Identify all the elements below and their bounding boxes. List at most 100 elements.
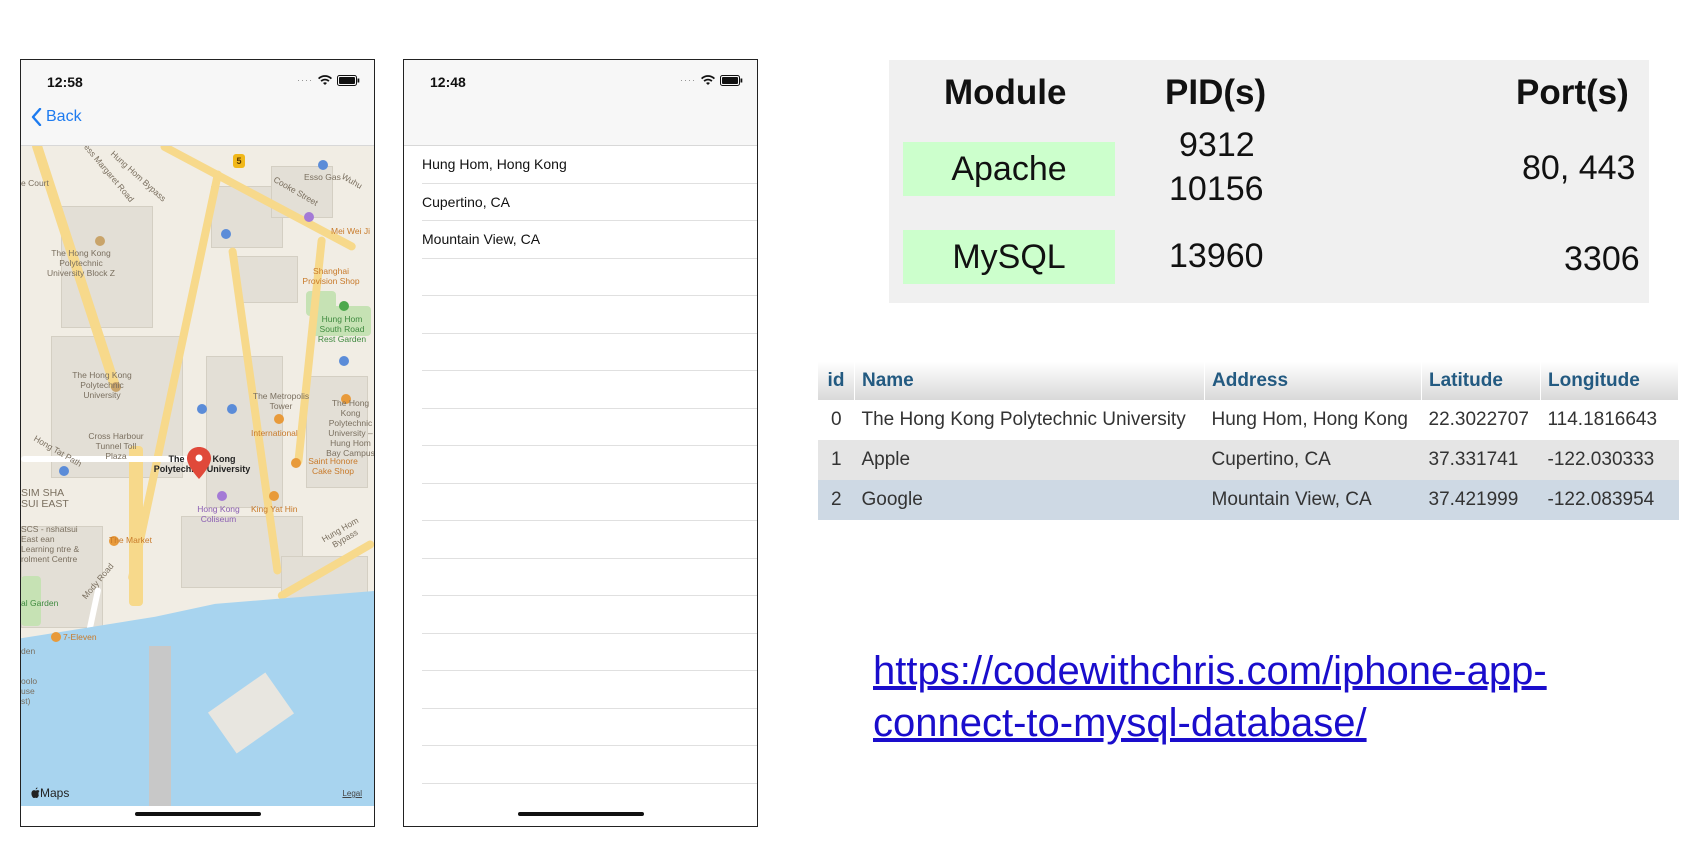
map-building: [236, 256, 298, 303]
status-time: 12:48: [430, 74, 466, 90]
map-poi-icon[interactable]: [304, 212, 314, 222]
cell-id: 0: [818, 400, 855, 440]
legal-link[interactable]: Legal: [342, 789, 362, 798]
table-header-row: id Name Address Latitude Longitude: [818, 362, 1679, 400]
list-item[interactable]: Mountain View, CA: [422, 221, 757, 259]
list-item-empty: [422, 334, 757, 371]
locations-list: Hung Hom, Hong Kong Cupertino, CA Mounta…: [422, 146, 757, 796]
status-bar: 12:48 ····: [404, 60, 757, 98]
cell-latitude: 37.331741: [1421, 440, 1541, 480]
list-item-empty: [422, 409, 757, 446]
mysql-pid: 13960: [1169, 237, 1264, 275]
cell-address: Cupertino, CA: [1204, 440, 1422, 480]
status-icons: ····: [297, 74, 360, 86]
back-button[interactable]: Back: [31, 108, 82, 126]
map-poi-icon[interactable]: [51, 632, 61, 642]
map-label: Cross Harbour Tunnel Toll Plaza: [88, 431, 144, 461]
map-label: Hong Kong Coliseum: [197, 504, 240, 524]
list-item-empty: [422, 671, 757, 709]
cell-id: 1: [818, 440, 855, 480]
map-label: SIM SHA SUI EAST: [21, 487, 69, 510]
list-item[interactable]: Hung Hom, Hong Kong: [422, 146, 757, 184]
port-header: Port(s): [1516, 73, 1629, 112]
map-label: 7-Eleven: [63, 632, 97, 642]
apache-pid: 10156: [1169, 170, 1264, 208]
apache-ports: 80, 443: [1522, 149, 1636, 187]
map-label: The Hong Kong Polytechnic University: [72, 370, 132, 400]
column-header-name[interactable]: Name: [854, 362, 1205, 400]
map-label: oolo use st): [21, 676, 38, 706]
database-table: id Name Address Latitude Longitude 0 The…: [818, 362, 1679, 520]
tutorial-link-line1: https://codewithchris.com/iphone-app-: [873, 649, 1547, 693]
map-label: Mei Wei Ji: [331, 226, 371, 236]
column-header-longitude[interactable]: Longitude: [1540, 362, 1679, 400]
tutorial-link[interactable]: https://codewithchris.com/iphone-app- co…: [873, 645, 1633, 749]
route-badge: 5: [233, 154, 245, 168]
column-header-latitude[interactable]: Latitude: [1421, 362, 1541, 400]
map-poi-icon[interactable]: [197, 404, 207, 414]
cell-name: Google: [854, 480, 1205, 520]
table-row[interactable]: 1 Apple Cupertino, CA 37.331741 -122.030…: [818, 440, 1679, 480]
list-item-empty: [422, 709, 757, 746]
location-pin-icon[interactable]: [186, 446, 212, 485]
signal-icon: ····: [297, 75, 313, 85]
module-apache: Apache: [903, 142, 1115, 196]
cell-latitude: 22.3022707: [1421, 400, 1541, 440]
home-indicator[interactable]: [517, 812, 644, 816]
list-item-empty: [422, 446, 757, 484]
map-poi-icon[interactable]: [291, 458, 301, 468]
cell-longitude: 114.1816643: [1540, 400, 1679, 440]
maps-logo-text: Maps: [40, 786, 70, 800]
list-item-empty: [422, 259, 757, 296]
map-poi-icon[interactable]: [318, 160, 328, 170]
map-label: al Garden: [21, 598, 59, 608]
home-indicator[interactable]: [134, 812, 261, 816]
list-phone-screen: 12:48 ···· Hung Hom, Hong Kong Cupertino…: [403, 59, 758, 827]
map-poi-icon[interactable]: [339, 301, 349, 311]
signal-icon: ····: [680, 75, 696, 85]
map-label: Wuhu: [339, 171, 365, 191]
map-label: SCS - nshatsui East ean Learning ntre & …: [21, 524, 80, 564]
navigation-bar: [404, 98, 757, 146]
map-label: e Court: [21, 178, 49, 188]
map-poi-icon[interactable]: [269, 491, 279, 501]
list-item-empty: [422, 521, 757, 559]
map-phone-screen: 12:58 ···· Back 5 e Court ess Margaret R…: [20, 59, 375, 827]
list-item[interactable]: Cupertino, CA: [422, 184, 757, 221]
module-header: Module: [944, 73, 1067, 112]
map-poi-icon[interactable]: [339, 356, 349, 366]
map-label: The Market: [109, 535, 152, 545]
pid-header: PID(s): [1165, 73, 1267, 112]
apache-pid: 9312: [1179, 126, 1255, 164]
map-poi-icon[interactable]: [274, 414, 284, 424]
column-header-address[interactable]: Address: [1204, 362, 1422, 400]
map-pier: [149, 646, 171, 806]
chevron-left-icon: [31, 108, 42, 126]
column-header-id[interactable]: id: [818, 362, 855, 400]
cell-longitude: -122.083954: [1540, 480, 1679, 520]
map-poi-icon[interactable]: [59, 466, 69, 476]
map-poi-icon[interactable]: [217, 491, 227, 501]
module-mysql: MySQL: [903, 230, 1115, 284]
cell-address: Mountain View, CA: [1204, 480, 1422, 520]
list-item-empty: [422, 484, 757, 521]
table-row[interactable]: 2 Google Mountain View, CA 37.421999 -12…: [818, 480, 1679, 520]
map-poi-icon[interactable]: [221, 229, 231, 239]
table-row[interactable]: 0 The Hong Kong Polytechnic University H…: [818, 400, 1679, 440]
wifi-icon: [318, 74, 332, 85]
map-poi-icon[interactable]: [95, 236, 105, 246]
map-poi-icon[interactable]: [227, 404, 237, 414]
map-label: International: [251, 428, 298, 438]
map-label: The Metropolis Tower: [252, 391, 310, 411]
list-item-empty: [422, 296, 757, 334]
map-view[interactable]: 5 e Court ess Margaret Road Hung Hom Byp…: [21, 146, 374, 806]
status-bar: 12:58 ····: [21, 60, 374, 98]
status-icons: ····: [680, 74, 743, 86]
map-label: den: [21, 646, 36, 656]
cell-name: The Hong Kong Polytechnic University: [854, 400, 1205, 440]
cell-address: Hung Hom, Hong Kong: [1204, 400, 1422, 440]
cell-latitude: 37.421999: [1421, 480, 1541, 520]
cell-longitude: -122.030333: [1540, 440, 1679, 480]
apple-maps-logo: Maps: [31, 786, 69, 800]
list-item-empty: [422, 371, 757, 409]
